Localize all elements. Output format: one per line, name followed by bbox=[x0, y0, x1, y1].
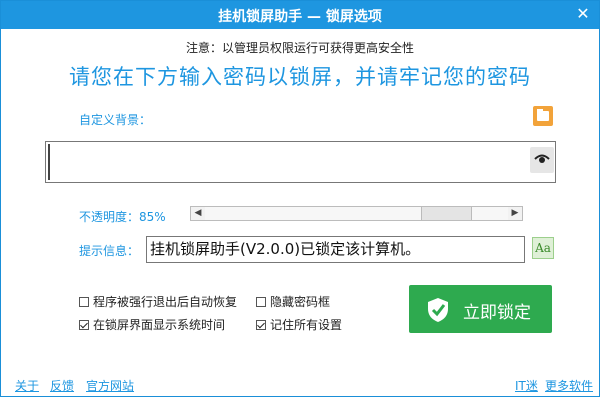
instruction-headline: 请您在下方输入密码以锁屏，并请牢记您的密码 bbox=[69, 65, 531, 89]
auto-restore-checkbox[interactable]: 程序被强行退出后自动恢复 bbox=[79, 293, 237, 310]
title-bar: 挂机锁屏助手 — 锁屏选项 ✕ bbox=[1, 1, 599, 29]
window-title: 挂机锁屏助手 — 锁屏选项 bbox=[218, 9, 382, 25]
checkbox-label: 记住所有设置 bbox=[270, 318, 343, 332]
font-settings-button[interactable]: Aa bbox=[532, 237, 554, 259]
checkbox-label: 隐藏密码框 bbox=[270, 295, 331, 309]
checkbox-label: 程序被强行退出后自动恢复 bbox=[93, 295, 238, 309]
remember-settings-checkbox[interactable]: 记住所有设置 bbox=[256, 316, 342, 333]
opacity-label: 不透明度：85% bbox=[79, 210, 166, 224]
close-button[interactable]: ✕ bbox=[573, 4, 593, 24]
admin-notice: 注意：以管理员权限运行可获得更高安全性 bbox=[185, 41, 414, 55]
shield-check-icon bbox=[428, 298, 448, 322]
lock-now-label: 立即锁定 bbox=[463, 303, 531, 323]
official-website-link[interactable]: 官方网站 bbox=[86, 377, 134, 394]
checkbox-box[interactable] bbox=[256, 296, 266, 307]
lock-now-button[interactable]: 立即锁定 bbox=[409, 285, 552, 333]
slider-thumb[interactable] bbox=[421, 207, 472, 220]
checkbox-box[interactable] bbox=[79, 296, 89, 307]
hint-label: 提示信息： bbox=[79, 244, 140, 258]
itmi-link[interactable]: IT迷 bbox=[515, 377, 538, 394]
checkbox-box[interactable] bbox=[256, 319, 266, 330]
show-time-checkbox[interactable]: 在锁屏界面显示系统时间 bbox=[79, 316, 225, 333]
checkbox-box[interactable] bbox=[79, 319, 89, 330]
password-input[interactable] bbox=[45, 141, 556, 183]
scroll-left-arrow-icon[interactable]: ◀ bbox=[191, 207, 205, 220]
show-password-button[interactable] bbox=[530, 147, 554, 173]
opacity-scrollbar[interactable]: ◀ ▶ bbox=[190, 206, 523, 221]
about-link[interactable]: 关于 bbox=[15, 377, 39, 394]
scroll-right-arrow-icon[interactable]: ▶ bbox=[508, 207, 522, 220]
checkbox-label: 在锁屏界面显示系统时间 bbox=[93, 318, 226, 332]
lock-options-window: 挂机锁屏助手 — 锁屏选项 ✕ 注意：以管理员权限运行可获得更高安全性 请您在下… bbox=[0, 0, 600, 397]
feedback-link[interactable]: 反馈 bbox=[50, 377, 74, 394]
slider-track[interactable] bbox=[205, 207, 508, 220]
eye-icon bbox=[534, 154, 550, 163]
custom-background-label: 自定义背景： bbox=[79, 113, 152, 127]
hint-message-input[interactable]: 挂机锁屏助手(V2.0.0)已锁定该计算机。 bbox=[146, 236, 525, 263]
hide-password-checkbox[interactable]: 隐藏密码框 bbox=[256, 293, 330, 310]
folder-icon[interactable] bbox=[533, 106, 553, 126]
more-software-link[interactable]: 更多软件 bbox=[545, 377, 593, 394]
